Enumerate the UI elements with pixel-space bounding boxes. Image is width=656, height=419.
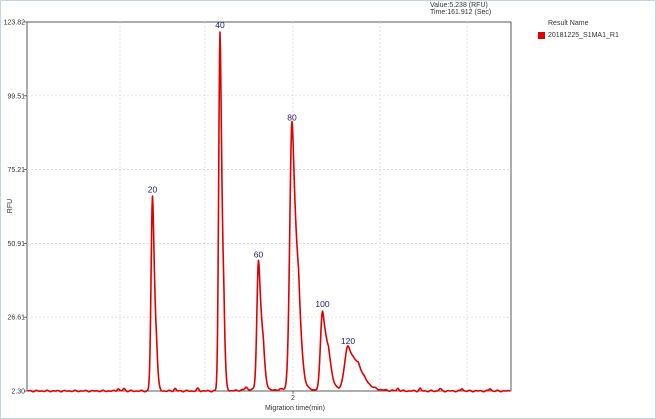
peak-label: 60 — [254, 249, 264, 259]
y-tick-label: 123.82 — [4, 20, 26, 27]
peak-label: 100 — [315, 299, 329, 309]
peak-label: 80 — [287, 113, 297, 123]
y-tick-label: 75.21 — [7, 167, 25, 174]
x-axis-label: Migration time(min) — [265, 405, 325, 412]
y-tick-label: 50.91 — [7, 241, 25, 248]
y-tick-label: 26.61 — [7, 315, 25, 322]
peak-label: 120 — [341, 336, 355, 346]
y-tick-label: 99.51 — [7, 93, 25, 100]
x-tick-label: 2 — [291, 395, 295, 402]
peak-label: 20 — [148, 184, 158, 194]
plot-area — [26, 21, 512, 392]
y-axis-label: RFU — [7, 199, 14, 213]
y-tick-label: 2.30 — [11, 389, 25, 396]
chart: 123.82 99.51 75.21 50.91 26.61 2.30 2 Migration… — [4, 20, 512, 412]
peak-label: 40 — [215, 20, 225, 30]
